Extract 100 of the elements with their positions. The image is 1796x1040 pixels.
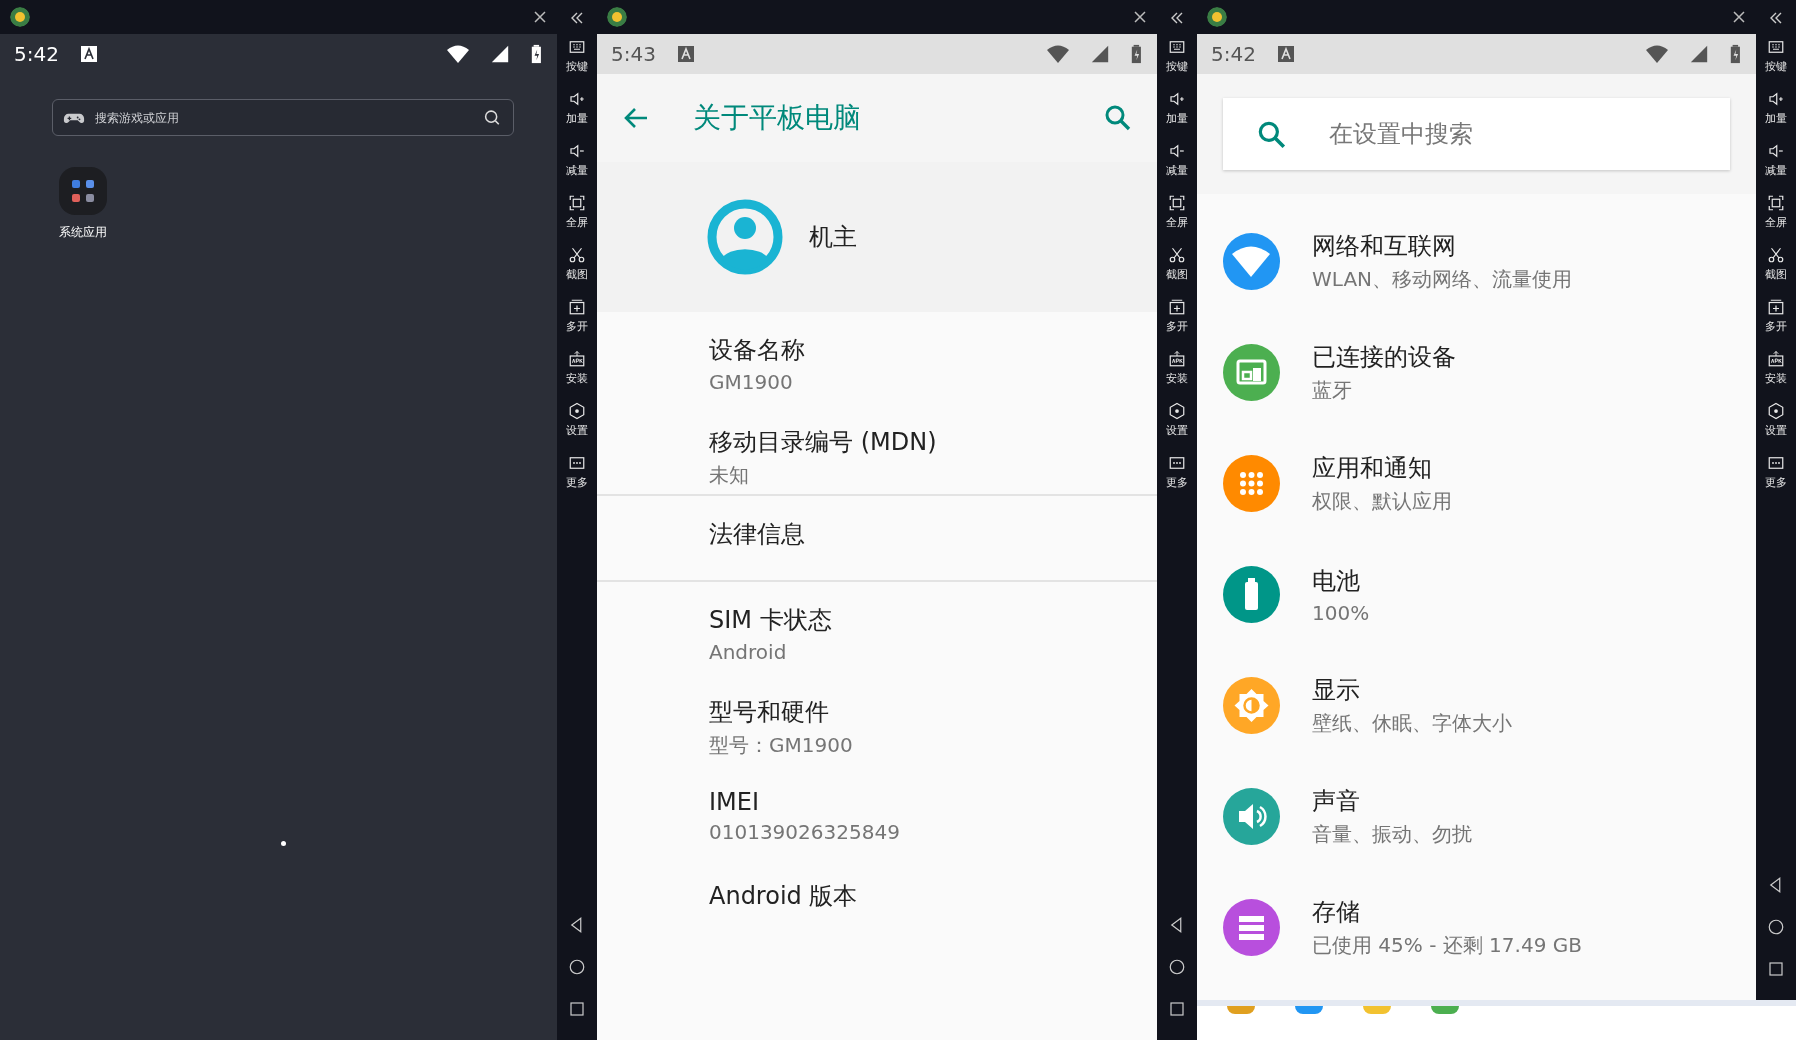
- signal-icon: [1090, 44, 1111, 64]
- add-window-icon: [1168, 298, 1186, 316]
- wifi-icon: [1046, 44, 1071, 64]
- toolbar-button[interactable]: 按键: [566, 38, 588, 74]
- apk-install-icon: [568, 350, 586, 368]
- close-icon[interactable]: [533, 10, 547, 24]
- app-folder[interactable]: 系统应用: [58, 166, 108, 241]
- home-icon[interactable]: [1767, 918, 1785, 936]
- settings-icon: [1168, 402, 1186, 420]
- settings-item[interactable]: 显示 壁纸、休眠、字体大小: [1197, 650, 1756, 761]
- close-icon[interactable]: [1133, 10, 1147, 24]
- user-avatar-icon: [707, 199, 783, 275]
- notification-icon: [1275, 44, 1296, 64]
- toolbar-button[interactable]: 设置: [1166, 402, 1188, 438]
- scissors-icon: [1168, 246, 1186, 264]
- toolbar-button[interactable]: 减量: [566, 142, 588, 178]
- apk-install-icon: [1767, 350, 1785, 368]
- home-icon[interactable]: [1168, 958, 1186, 976]
- scissors-icon: [1767, 246, 1785, 264]
- settings-item[interactable]: 电池 100%: [1197, 539, 1756, 650]
- toolbar-button[interactable]: 全屏: [1166, 194, 1188, 230]
- home-icon[interactable]: [568, 958, 586, 976]
- search-icon: [1103, 103, 1133, 133]
- settings-item[interactable]: 型号和硬件 型号：GM1900: [597, 674, 1157, 766]
- settings-icon: [1767, 402, 1785, 420]
- toolbar-button[interactable]: 多开: [1166, 298, 1188, 334]
- more-icon: [1767, 454, 1785, 472]
- toolbar-button[interactable]: 设置: [1765, 402, 1787, 438]
- scissors-icon: [568, 246, 586, 264]
- toolbar-button[interactable]: 截图: [566, 246, 588, 282]
- recents-icon[interactable]: [568, 1000, 586, 1018]
- battery-charging-icon: [530, 44, 543, 64]
- more-icon: [1168, 454, 1186, 472]
- settings-item[interactable]: 网络和互联网 WLAN、移动网络、流量使用: [1197, 206, 1756, 317]
- signal-icon: [1689, 44, 1710, 64]
- wifi-icon: [1645, 44, 1670, 64]
- search-bar[interactable]: 在设置中搜索: [1223, 98, 1730, 170]
- settings-item[interactable]: 设备名称 GM1900: [597, 312, 1157, 404]
- app-logo-icon: [1207, 7, 1227, 27]
- keyboard-icon: [568, 38, 586, 56]
- settings-item[interactable]: IMEI 010139026325849: [597, 766, 1157, 858]
- fullscreen-icon: [568, 194, 586, 212]
- toolbar-button[interactable]: 安装: [1166, 350, 1188, 386]
- fullscreen-icon: [1168, 194, 1186, 212]
- toolbar-button[interactable]: 安装: [566, 350, 588, 386]
- settings-item[interactable]: 存储 已使用 45% - 还剩 17.49 GB: [1197, 872, 1756, 983]
- toolbar-button[interactable]: 截图: [1765, 246, 1787, 282]
- notification-icon: [78, 44, 99, 64]
- settings-item[interactable]: 声音 音量、振动、勿扰: [1197, 761, 1756, 872]
- volume-up-icon: [1767, 90, 1785, 108]
- toolbar-button[interactable]: 全屏: [1765, 194, 1787, 230]
- toolbar-button[interactable]: 加量: [1765, 90, 1787, 126]
- toolbar-button[interactable]: 加量: [1166, 90, 1188, 126]
- page-title: 关于平板电脑: [693, 100, 862, 136]
- toolbar-button[interactable]: 更多: [1765, 454, 1787, 490]
- toolbar-button[interactable]: 多开: [1765, 298, 1787, 334]
- settings-item[interactable]: SIM 卡状态 Android: [597, 582, 1157, 674]
- toolbar-button[interactable]: 更多: [566, 454, 588, 490]
- toolbar-button[interactable]: 减量: [1765, 142, 1787, 178]
- fullscreen-icon: [1767, 194, 1785, 212]
- recents-icon[interactable]: [1767, 960, 1785, 978]
- volume-down-icon: [568, 142, 586, 160]
- volume-up-icon: [568, 90, 586, 108]
- search-bar[interactable]: 搜索游戏或应用: [52, 99, 514, 136]
- collapse-icon[interactable]: [569, 10, 585, 26]
- keyboard-icon: [1767, 38, 1785, 56]
- settings-item[interactable]: Android 版本: [597, 858, 1157, 944]
- toolbar-button[interactable]: 安装: [1765, 350, 1787, 386]
- folder-icon: [58, 166, 108, 216]
- settings-item[interactable]: 应用和通知 权限、默认应用: [1197, 428, 1756, 539]
- battery-charging-icon: [1130, 44, 1143, 64]
- add-window-icon: [568, 298, 586, 316]
- page-indicator-dot: [281, 841, 286, 846]
- toolbar-button[interactable]: 截图: [1166, 246, 1188, 282]
- toolbar-button[interactable]: 加量: [566, 90, 588, 126]
- search-input[interactable]: 在设置中搜索: [1327, 119, 1730, 149]
- toolbar-button[interactable]: 多开: [566, 298, 588, 334]
- collapse-icon[interactable]: [1768, 10, 1784, 26]
- taskbar-app-icon[interactable]: [1295, 1006, 1323, 1014]
- volume-down-icon: [1767, 142, 1785, 160]
- toolbar-button[interactable]: 设置: [566, 402, 588, 438]
- settings-item[interactable]: 已连接的设备 蓝牙: [1197, 317, 1756, 428]
- signal-icon: [490, 44, 511, 64]
- more-icon: [568, 454, 586, 472]
- volume-up-icon: [1168, 90, 1186, 108]
- app-logo-icon: [607, 7, 627, 27]
- toolbar-button[interactable]: 全屏: [566, 194, 588, 230]
- notification-icon: [675, 44, 696, 64]
- toolbar-button[interactable]: 减量: [1166, 142, 1188, 178]
- volume-down-icon: [1168, 142, 1186, 160]
- search-button[interactable]: [1103, 103, 1133, 133]
- taskbar-app-icon[interactable]: [1431, 1006, 1459, 1014]
- search-input[interactable]: 搜索游戏或应用: [93, 109, 473, 126]
- toolbar-button[interactable]: 按键: [1765, 38, 1787, 74]
- close-icon[interactable]: [1732, 10, 1746, 24]
- toolbar-button[interactable]: 按键: [1166, 38, 1188, 74]
- toolbar-button[interactable]: 更多: [1166, 454, 1188, 490]
- owner-row[interactable]: 机主: [597, 162, 1157, 312]
- recents-icon[interactable]: [1168, 1000, 1186, 1018]
- collapse-icon[interactable]: [1169, 10, 1185, 26]
